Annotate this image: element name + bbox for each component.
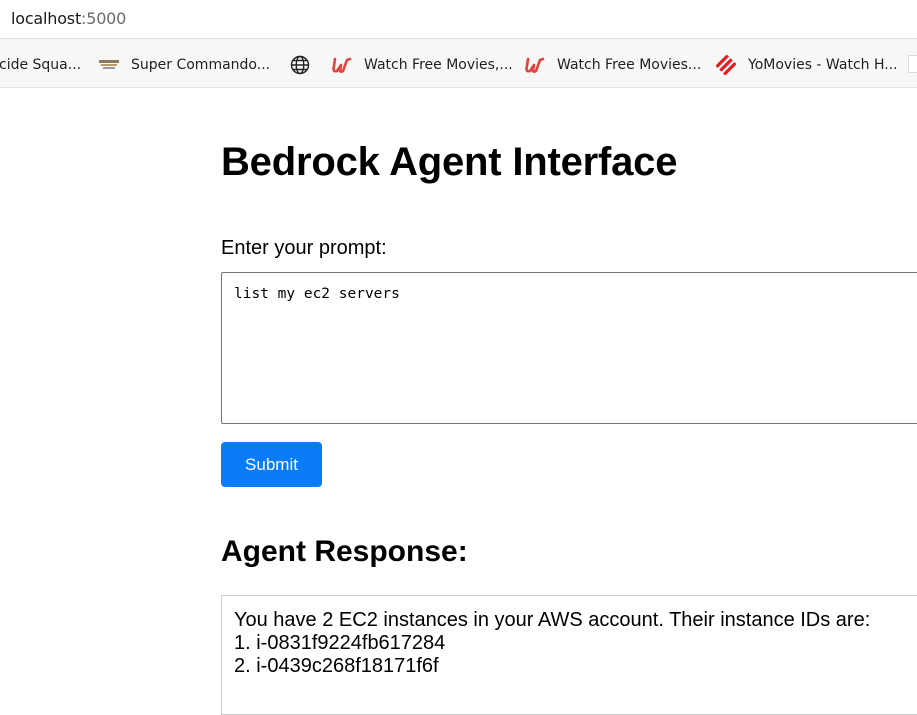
response-line: You have 2 EC2 instances in your AWS acc… xyxy=(234,609,871,631)
response-line: 2. i-0439c268f18171f6f xyxy=(234,655,439,677)
bookmark-item[interactable]: Super Commando... xyxy=(99,54,270,76)
bookmark-label: Watch Free Movies,... xyxy=(364,57,513,73)
yomovies-icon xyxy=(716,55,736,75)
submit-button[interactable]: Submit xyxy=(221,442,322,487)
u-logo-icon xyxy=(332,55,352,75)
address-bar[interactable]: localhost:5000 xyxy=(0,0,917,39)
prompt-label: Enter your prompt: xyxy=(221,237,387,259)
bookmark-label: Super Commando... xyxy=(131,57,271,73)
bookmark-label: YoMovies - Watch H... xyxy=(748,57,898,73)
bookmarks-bar: cide Squa... Super Commando... Watch Fre… xyxy=(0,39,917,88)
site-favicon-icon xyxy=(99,55,119,75)
url-port: :5000 xyxy=(81,9,127,28)
url-text[interactable]: localhost:5000 xyxy=(11,9,126,28)
bookmarks-overflow[interactable] xyxy=(908,55,917,73)
response-box: You have 2 EC2 instances in your AWS acc… xyxy=(221,595,917,715)
url-host: localhost xyxy=(11,9,82,28)
bookmark-item[interactable]: YoMovies - Watch H... xyxy=(716,54,898,76)
bookmark-label: Watch Free Movies... xyxy=(557,57,702,73)
globe-icon xyxy=(290,55,310,75)
prompt-input[interactable]: list my ec2 servers xyxy=(221,272,917,424)
response-heading: Agent Response: xyxy=(221,535,468,568)
u-logo-icon xyxy=(525,55,545,75)
response-line: 1. i-0831f9224fb617284 xyxy=(234,632,446,654)
bookmark-item[interactable]: Watch Free Movies,... xyxy=(332,54,513,76)
bookmark-label: cide Squa... xyxy=(0,57,82,73)
bookmark-item[interactable]: Watch Free Movies... xyxy=(525,54,701,76)
bookmark-item[interactable]: cide Squa... xyxy=(0,54,81,76)
bookmark-item[interactable] xyxy=(290,54,322,76)
page-title: Bedrock Agent Interface xyxy=(221,140,678,184)
